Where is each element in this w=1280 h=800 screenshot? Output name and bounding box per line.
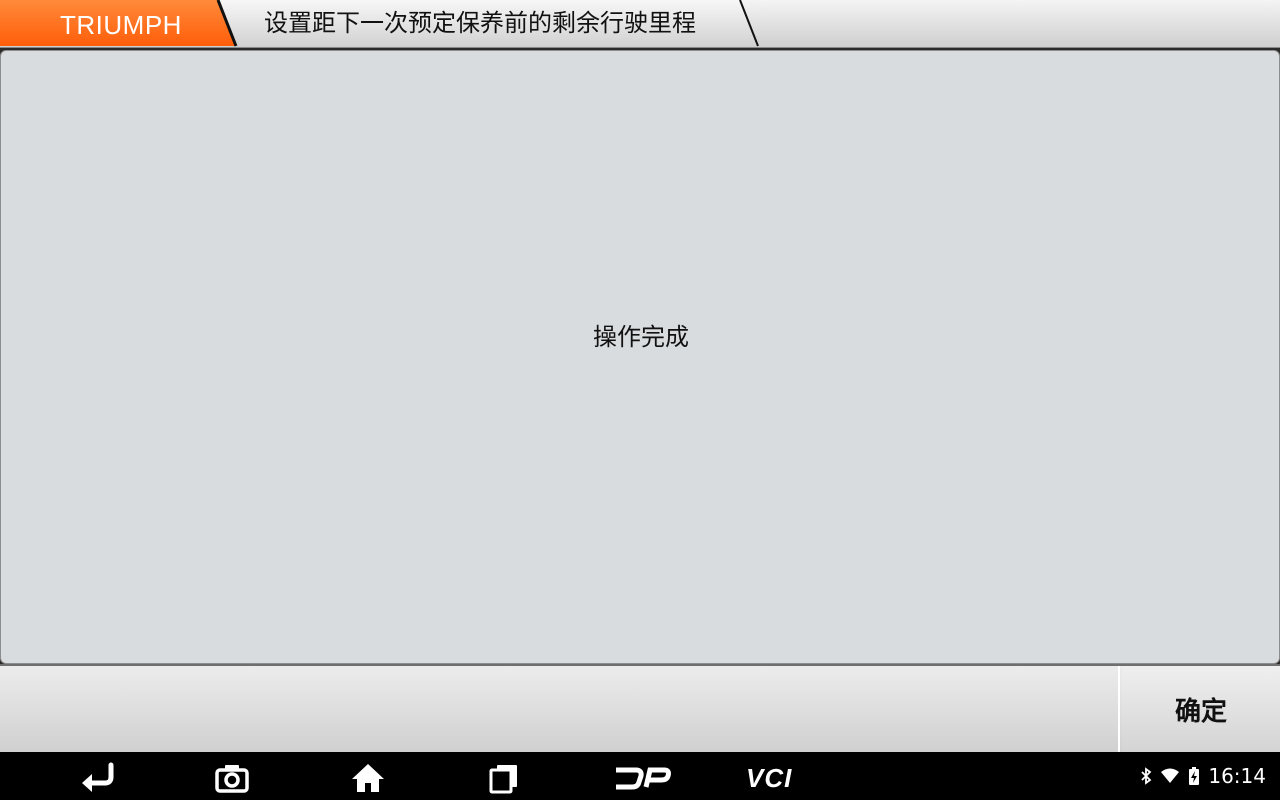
dp-button[interactable]: [610, 758, 674, 798]
home-button[interactable]: [338, 758, 398, 798]
top-bar: 设置距下一次预定保养前的剩余行驶里程 TRIUMPH: [0, 0, 1280, 48]
bluetooth-icon: [1141, 767, 1152, 785]
navigation-bar: VCI 16:14: [0, 752, 1280, 800]
system-status-area: 16:14: [1140, 752, 1266, 800]
back-icon: [82, 762, 114, 792]
confirm-button[interactable]: 确定: [1122, 666, 1280, 752]
content-panel: 操作完成: [0, 50, 1280, 664]
vci-icon: VCI: [746, 763, 792, 793]
svg-text:VCI: VCI: [746, 763, 792, 793]
back-button[interactable]: [68, 758, 128, 798]
status-message: 操作完成: [593, 323, 689, 351]
recent-apps-button[interactable]: [474, 758, 534, 798]
action-bar: 确定: [0, 664, 1280, 752]
action-bar-empty-area: [0, 666, 1120, 752]
brand-tab[interactable]: TRIUMPH: [0, 0, 240, 48]
brand-label[interactable]: TRIUMPH: [0, 0, 240, 48]
camera-icon: [215, 765, 249, 793]
clock: 16:14: [1208, 764, 1266, 788]
recent-apps-icon: [489, 765, 517, 794]
vci-button[interactable]: VCI: [744, 758, 808, 798]
home-icon: [352, 764, 384, 792]
screenshot-button[interactable]: [202, 758, 262, 798]
breadcrumb-title: 设置距下一次预定保养前的剩余行驶里程: [264, 9, 696, 37]
dp-icon: [616, 767, 671, 790]
breadcrumb: 设置距下一次预定保养前的剩余行驶里程: [222, 0, 762, 48]
wifi-icon: [1161, 768, 1180, 783]
battery-icon: [1189, 767, 1200, 785]
